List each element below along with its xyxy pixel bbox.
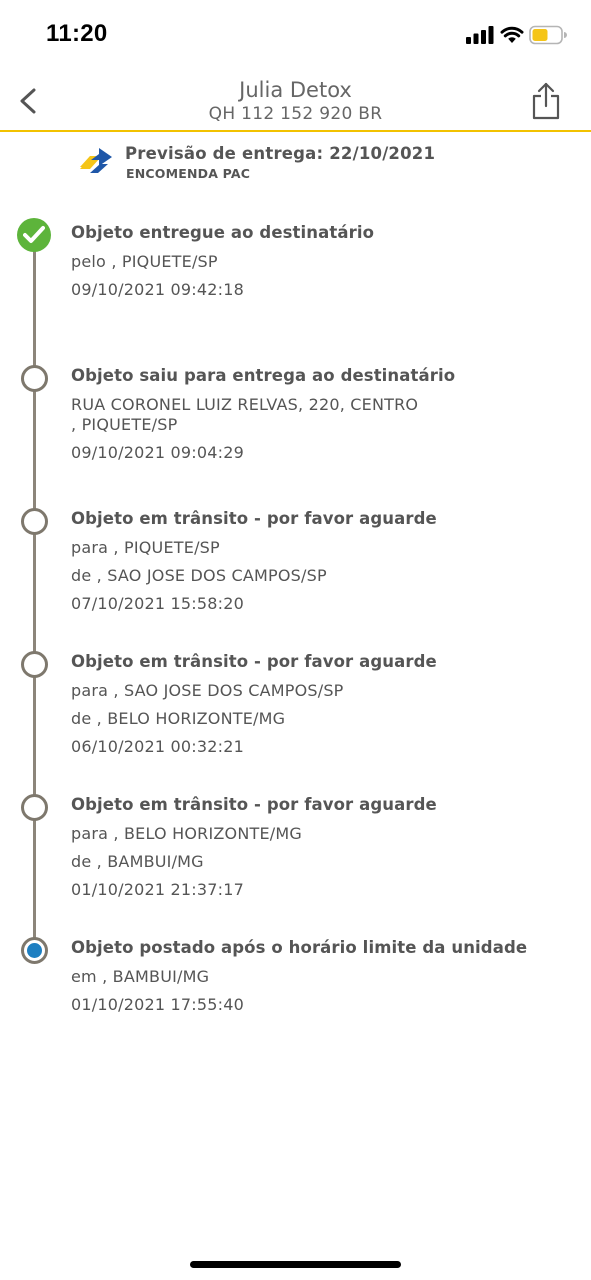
app-header: Julia Detox QH 112 152 920 BR: [0, 70, 591, 132]
event-title: Objeto em trânsito - por favor aguarde: [71, 652, 437, 671]
event-title: Objeto saiu para entrega ao destinatário: [71, 366, 456, 385]
event-detail: em , BAMBUI/MG: [71, 967, 210, 986]
status-time: 11:20: [46, 20, 108, 47]
event-title: Objeto em trânsito - por favor aguarde: [71, 795, 437, 814]
event-datetime: 09/10/2021 09:04:29: [71, 443, 244, 462]
event-detail: de , BAMBUI/MG: [71, 852, 204, 871]
share-button[interactable]: [528, 80, 564, 120]
event-detail: de , BELO HORIZONTE/MG: [71, 709, 286, 728]
wifi-icon: [500, 26, 524, 43]
timeline-event: Objeto entregue ao destinatário pelo , P…: [0, 200, 591, 330]
delivered-check-icon: [17, 218, 51, 252]
event-detail: , PIQUETE/SP: [71, 415, 178, 434]
tracking-code: QH 112 152 920 BR: [208, 104, 383, 124]
event-datetime: 07/10/2021 15:58:20: [71, 594, 244, 613]
page-title: Julia Detox: [239, 78, 352, 102]
event-datetime: 09/10/2021 09:42:18: [71, 280, 244, 299]
event-datetime: 06/10/2021 00:32:21: [71, 737, 244, 756]
timeline-event: Objeto postado após o horário limite da …: [0, 915, 591, 1045]
event-detail: para , SAO JOSE DOS CAMPOS/SP: [71, 681, 344, 700]
event-title: Objeto postado após o horário limite da …: [71, 938, 528, 957]
timeline-event: Objeto em trânsito - por favor aguarde p…: [0, 486, 591, 616]
event-detail: pelo , PIQUETE/SP: [71, 252, 218, 271]
delivery-forecast: Previsão de entrega: 22/10/2021 ENCOMEND…: [78, 140, 558, 190]
cellular-signal-icon: [466, 26, 494, 44]
posted-dot-icon: [21, 937, 48, 964]
home-indicator[interactable]: [190, 1261, 401, 1268]
event-detail: RUA CORONEL LUIZ RELVAS, 220, CENTRO: [71, 395, 419, 414]
event-detail: para , BELO HORIZONTE/MG: [71, 824, 302, 843]
timeline-event: Objeto saiu para entrega ao destinatário…: [0, 343, 591, 473]
timeline-event: Objeto em trânsito - por favor aguarde p…: [0, 629, 591, 759]
event-detail: de , SAO JOSE DOS CAMPOS/SP: [71, 566, 327, 585]
timeline-event: Objeto em trânsito - por favor aguarde p…: [0, 772, 591, 902]
correios-logo: [80, 148, 112, 173]
service-type: ENCOMENDA PAC: [126, 166, 251, 181]
event-title: Objeto em trânsito - por favor aguarde: [71, 509, 437, 528]
share-icon: [532, 82, 560, 120]
status-circle-icon: [21, 508, 48, 535]
event-detail: para , PIQUETE/SP: [71, 538, 220, 557]
event-title: Objeto entregue ao destinatário: [71, 223, 375, 242]
event-datetime: 01/10/2021 17:55:40: [71, 995, 244, 1014]
status-circle-icon: [21, 365, 48, 392]
status-circle-icon: [21, 794, 48, 821]
tracking-timeline: Objeto entregue ao destinatário pelo , P…: [0, 200, 591, 1060]
event-datetime: 01/10/2021 21:37:17: [71, 880, 244, 899]
delivery-forecast-date: Previsão de entrega: 22/10/2021: [125, 144, 436, 163]
status-circle-icon: [21, 651, 48, 678]
status-bar: 11:20: [0, 0, 591, 70]
battery-icon: [529, 25, 567, 45]
